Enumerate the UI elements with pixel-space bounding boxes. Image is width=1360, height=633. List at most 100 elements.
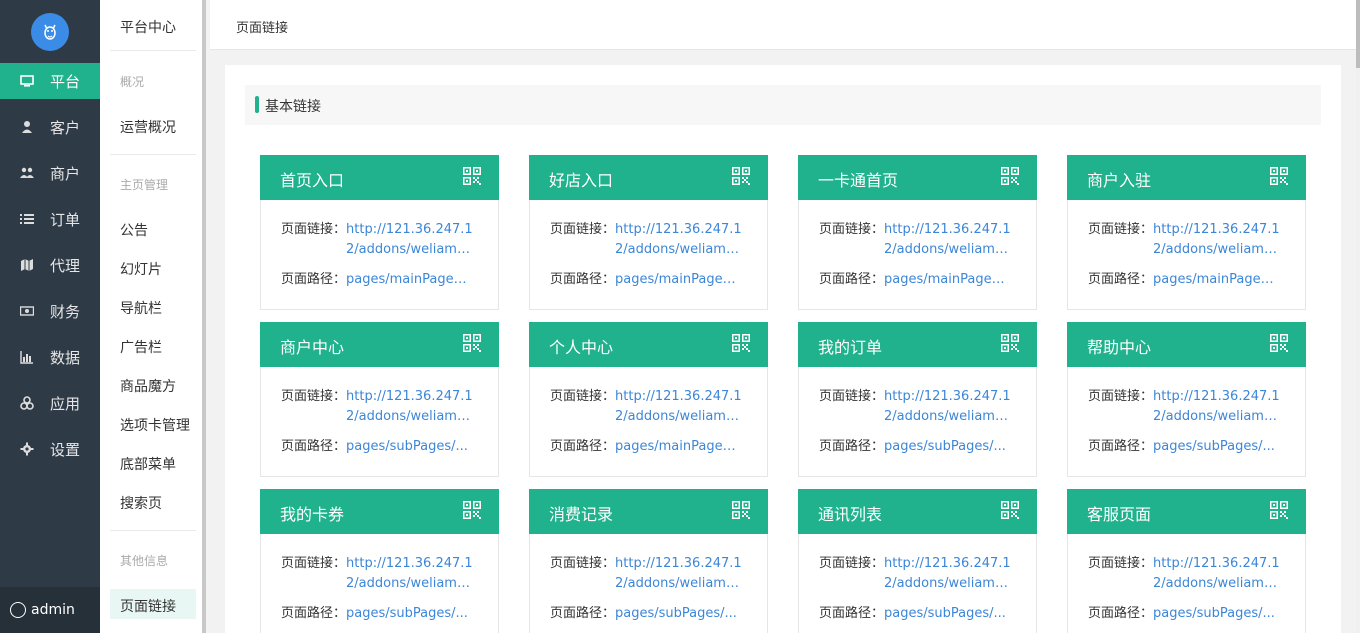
nav-item-label: 财务 — [50, 302, 81, 321]
qr-code-icon[interactable] — [463, 334, 481, 352]
subnav-item-navbar[interactable]: 导航栏 — [120, 298, 162, 318]
nav-item-platform[interactable]: 平台 — [0, 63, 100, 99]
card-link-row: 页面链接： http://121.36.247.18 2/addons/weliam… — [819, 387, 1010, 427]
nav-item-label: 应用 — [50, 394, 81, 413]
nav-item-finance[interactable]: 财务 — [0, 293, 100, 329]
card-path-row: 页面路径：pages/subPages/... — [1088, 604, 1279, 624]
apps-icon — [20, 396, 34, 410]
page-path[interactable]: pages/mainPages... — [1153, 270, 1279, 290]
nav-item-apps[interactable]: 应用 — [0, 385, 100, 421]
nav-item-label: 数据 — [50, 348, 81, 367]
card-header: 通讯列表 — [798, 489, 1037, 534]
card-path-row: 页面路径：pages/subPages/... — [819, 604, 1010, 624]
link-label: 页面链接： — [550, 556, 616, 571]
page-link-line2: 2/addons/weliam_... — [884, 576, 1011, 591]
page-link-line1: http://121.36.247.18 — [346, 389, 473, 404]
subnav-item-bottom-menu[interactable]: 底部菜单 — [120, 454, 176, 474]
page-link-line2: 2/addons/weliam_... — [884, 409, 1011, 424]
subnav-item-overview[interactable]: 运营概况 — [120, 117, 176, 137]
card-link-row: 页面链接： http://121.36.247.18 2/addons/weliam… — [1088, 554, 1279, 594]
page-link-line1: http://121.36.247.18 — [615, 556, 742, 571]
content-panel: 基本链接 首页入口 页面链接： http://121.36.247.18 2/add… — [225, 65, 1341, 633]
nav-item-settings[interactable]: 设置 — [0, 431, 100, 467]
page-path[interactable]: pages/subPages/... — [346, 604, 472, 624]
subnav-item-page-links[interactable]: 页面链接 — [120, 596, 176, 616]
nav-item-customer[interactable]: 客户 — [0, 109, 100, 145]
nav-item-merchant[interactable]: 商户 — [0, 155, 100, 191]
qr-code-icon[interactable] — [463, 167, 481, 185]
page-path[interactable]: pages/mainPages... — [884, 270, 1010, 290]
page-link-line2: 2/addons/weliam_... — [615, 576, 742, 591]
page-link[interactable]: http://121.36.247.18 2/addons/weliam_... — [1153, 220, 1279, 260]
path-label: 页面路径： — [281, 272, 347, 287]
card-title: 商户中心 — [280, 338, 345, 357]
card-path-row: 页面路径：pages/subPages/... — [281, 437, 472, 457]
page-link-line2: 2/addons/weliam_... — [346, 409, 473, 424]
map-icon — [21, 259, 33, 271]
page-scrollbar[interactable] — [1356, 0, 1360, 633]
subnav-scrollbar[interactable] — [202, 0, 206, 633]
card-header: 消费记录 — [529, 489, 768, 534]
page-path[interactable]: pages/mainPages... — [615, 270, 741, 290]
qr-code-icon[interactable] — [1270, 501, 1288, 519]
qr-code-icon[interactable] — [1001, 334, 1019, 352]
page-path[interactable]: pages/mainPages... — [615, 437, 741, 457]
page-path[interactable]: pages/subPages/... — [346, 437, 472, 457]
qr-code-icon[interactable] — [732, 167, 750, 185]
page-link-line1: http://121.36.247.18 — [615, 222, 742, 237]
page-link-line2: 2/addons/weliam_... — [615, 409, 742, 424]
qr-code-icon[interactable] — [1270, 167, 1288, 185]
page-path[interactable]: pages/subPages/... — [1153, 437, 1279, 457]
link-label: 页面链接： — [281, 222, 347, 237]
page-path[interactable]: pages/mainPages... — [346, 270, 472, 290]
scrollbar-thumb[interactable] — [1356, 0, 1360, 68]
card-title: 我的订单 — [818, 338, 883, 357]
page-path[interactable]: pages/subPages/... — [1153, 604, 1279, 624]
page-path[interactable]: pages/subPages/... — [884, 437, 1010, 457]
subnav-item-search-page[interactable]: 搜索页 — [120, 493, 162, 513]
logo[interactable] — [31, 13, 69, 51]
page-link[interactable]: http://121.36.247.18 2/addons/weliam_... — [615, 554, 741, 594]
page-link[interactable]: http://121.36.247.18 2/addons/weliam_... — [1153, 387, 1279, 427]
subnav-item-notice[interactable]: 公告 — [120, 220, 148, 240]
nav-item-data[interactable]: 数据 — [0, 339, 100, 375]
qr-code-icon[interactable] — [732, 334, 750, 352]
subnav-item-slides[interactable]: 幻灯片 — [120, 259, 162, 279]
page-link[interactable]: http://121.36.247.18 2/addons/weliam_... — [615, 387, 741, 427]
qr-code-icon[interactable] — [1001, 501, 1019, 519]
page-path[interactable]: pages/subPages/... — [884, 604, 1010, 624]
page-link-line1: http://121.36.247.18 — [884, 222, 1011, 237]
qr-code-icon[interactable] — [732, 501, 750, 519]
subnav-item-tabs[interactable]: 选项卡管理 — [120, 415, 190, 435]
qr-code-icon[interactable] — [1270, 334, 1288, 352]
subnav-item-ads[interactable]: 广告栏 — [120, 337, 162, 357]
page-link[interactable]: http://121.36.247.18 2/addons/weliam_... — [884, 220, 1010, 260]
page-link-line2: 2/addons/weliam_... — [346, 576, 473, 591]
card-header: 我的卡券 — [260, 489, 499, 534]
card-link-row: 页面链接： http://121.36.247.18 2/addons/weliam… — [281, 220, 472, 260]
page-link[interactable]: http://121.36.247.18 2/addons/weliam_... — [346, 387, 472, 427]
page-link-line1: http://121.36.247.18 — [1153, 389, 1280, 404]
link-card: 我的卡券 页面链接： http://121.36.247.18 2/addons/w… — [260, 489, 499, 633]
page-link[interactable]: http://121.36.247.18 2/addons/weliam_... — [615, 220, 741, 260]
card-header: 商户中心 — [260, 322, 499, 367]
page-link[interactable]: http://121.36.247.18 2/addons/weliam_... — [346, 554, 472, 594]
nav-item-orders[interactable]: 订单 — [0, 201, 100, 237]
divider — [110, 50, 196, 51]
card-header: 首页入口 — [260, 155, 499, 200]
page-link-line1: http://121.36.247.18 — [884, 556, 1011, 571]
user-menu[interactable]: admin — [0, 587, 100, 633]
page-link[interactable]: http://121.36.247.18 2/addons/weliam_... — [1153, 554, 1279, 594]
page-link[interactable]: http://121.36.247.18 2/addons/weliam_... — [884, 387, 1010, 427]
link-card: 消费记录 页面链接： http://121.36.247.18 2/addons/w… — [529, 489, 768, 633]
nav-item-agent[interactable]: 代理 — [0, 247, 100, 283]
subnav-item-goods-cube[interactable]: 商品魔方 — [120, 376, 176, 396]
page-link[interactable]: http://121.36.247.18 2/addons/weliam_... — [884, 554, 1010, 594]
qr-code-icon[interactable] — [1001, 167, 1019, 185]
qr-code-icon[interactable] — [463, 501, 481, 519]
page-path[interactable]: pages/subPages/... — [615, 604, 741, 624]
page-link-line1: http://121.36.247.18 — [1153, 222, 1280, 237]
page-link[interactable]: http://121.36.247.18 2/addons/weliam_... — [346, 220, 472, 260]
card-title: 一卡通首页 — [818, 171, 899, 190]
card-title: 我的卡券 — [280, 505, 345, 524]
